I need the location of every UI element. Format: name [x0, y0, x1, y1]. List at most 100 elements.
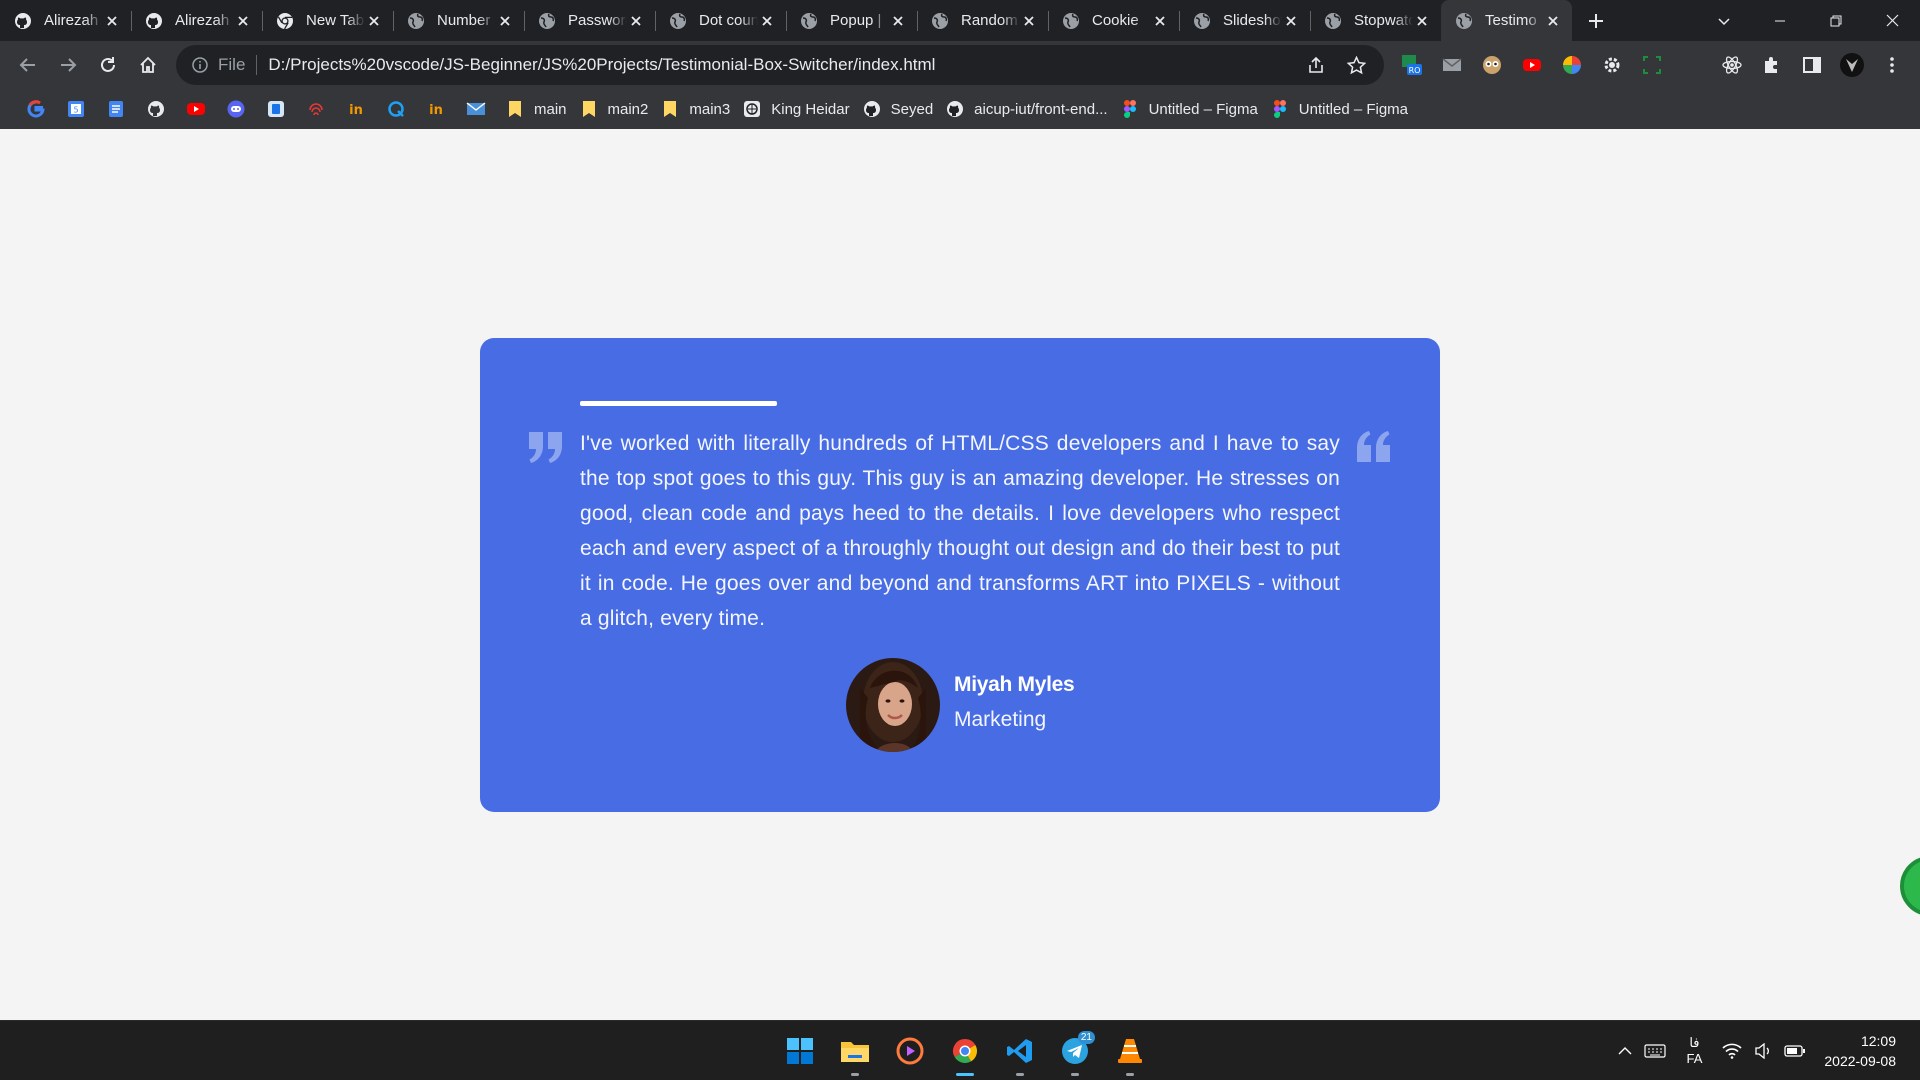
tab[interactable]: Slideshow [1179, 0, 1310, 41]
share-button[interactable] [1298, 45, 1334, 85]
bookmark-item[interactable]: main3 [657, 93, 739, 125]
bookmark-star-button[interactable] [1338, 45, 1374, 85]
home-button[interactable] [128, 45, 168, 85]
tab[interactable]: Dot count [655, 0, 786, 41]
info-icon[interactable] [190, 55, 210, 75]
mail-icon [466, 102, 486, 115]
tab[interactable]: Password [524, 0, 655, 41]
forward-button[interactable] [48, 45, 88, 85]
bookmark-item[interactable]: main2 [576, 93, 658, 125]
bookmark-item[interactable]: King Heidar [739, 93, 858, 125]
taskbar: 21 فا FA 12:09 2022-09-08 [0, 1020, 1920, 1080]
close-tab-icon[interactable] [1151, 12, 1169, 30]
extension-ro[interactable]: RO [1392, 45, 1432, 85]
bookmark-mail[interactable] [456, 93, 496, 125]
tab[interactable]: Number [393, 0, 524, 41]
extension-gear[interactable] [1592, 45, 1632, 85]
language-indicator[interactable]: فا FA [1672, 1021, 1716, 1080]
bookmark-item[interactable]: Untitled – Figma [1267, 93, 1417, 125]
reload-button[interactable] [88, 45, 128, 85]
url-text[interactable]: D:/Projects%20vscode/JS-Beginner/JS%20Pr… [268, 55, 935, 75]
tab[interactable]: Alirezah [131, 0, 262, 41]
extension-color[interactable] [1552, 45, 1592, 85]
bookmark-item[interactable]: Untitled – Figma [1117, 93, 1267, 125]
extension-react[interactable] [1712, 45, 1752, 85]
close-window-button[interactable] [1864, 0, 1920, 41]
close-tab-icon[interactable] [758, 12, 776, 30]
side-panel-button[interactable] [1792, 45, 1832, 85]
bookmark-calendar[interactable]: 5 [56, 93, 96, 125]
close-tab-icon[interactable] [1020, 12, 1038, 30]
close-tab-icon[interactable] [1413, 12, 1431, 30]
clock[interactable]: 12:09 2022-09-08 [1812, 1021, 1920, 1080]
bookmark-youtube[interactable] [176, 93, 216, 125]
extension-screenshot[interactable] [1632, 45, 1672, 85]
close-tab-icon[interactable] [365, 12, 383, 30]
star-icon [1346, 55, 1366, 74]
back-button[interactable] [8, 45, 48, 85]
bookmark-app[interactable] [256, 93, 296, 125]
home-icon [140, 56, 156, 73]
taskbar-file-explorer[interactable] [827, 1021, 882, 1080]
close-tab-icon[interactable] [103, 12, 121, 30]
close-tab-icon[interactable] [234, 12, 252, 30]
tab[interactable]: Stopwatch [1310, 0, 1441, 41]
wifi-button[interactable] [1716, 1021, 1748, 1080]
tab[interactable]: Popup | [786, 0, 917, 41]
tab[interactable]: Cookie [1048, 0, 1179, 41]
bookmark-github[interactable] [136, 93, 176, 125]
bookmark-item[interactable]: main [502, 93, 576, 125]
restore-button[interactable] [1808, 0, 1864, 41]
system-tray: فا FA 12:09 2022-09-08 [1612, 1021, 1920, 1080]
extension-mail[interactable] [1432, 45, 1472, 85]
bookmark-item[interactable]: aicup-iut/front-end... [942, 93, 1116, 125]
discord-icon [227, 100, 245, 118]
bookmark-docs[interactable] [96, 93, 136, 125]
bookmark-discord[interactable] [216, 93, 256, 125]
tab[interactable]: New Tab [262, 0, 393, 41]
volume-button[interactable] [1748, 1021, 1778, 1080]
bookmark-item[interactable]: Seyed [859, 93, 943, 125]
extension-youtube[interactable] [1512, 45, 1552, 85]
extensions-button[interactable] [1752, 45, 1792, 85]
taskbar-vscode[interactable] [992, 1021, 1047, 1080]
taskbar-media-player[interactable] [882, 1021, 937, 1080]
close-tab-icon[interactable] [1544, 12, 1562, 30]
globe-icon [1062, 12, 1080, 30]
close-tab-icon[interactable] [889, 12, 907, 30]
extension-owl[interactable] [1472, 45, 1512, 85]
show-hidden-icons-button[interactable] [1612, 1021, 1638, 1080]
start-button[interactable] [772, 1021, 827, 1080]
tab-active[interactable]: Testimo [1441, 0, 1572, 41]
close-tab-icon[interactable] [496, 12, 514, 30]
minimize-button[interactable] [1752, 0, 1808, 41]
bookmark-fingerprint[interactable] [296, 93, 336, 125]
battery-button[interactable] [1778, 1021, 1812, 1080]
menu-button[interactable] [1872, 45, 1912, 85]
address-bar[interactable]: File D:/Projects%20vscode/JS-Beginner/JS… [176, 45, 1384, 85]
youtube-icon [1523, 59, 1541, 71]
taskbar-vlc[interactable] [1102, 1021, 1157, 1080]
volume-icon [1755, 1043, 1770, 1059]
bookmark-q[interactable] [376, 93, 416, 125]
floating-action-button[interactable] [1900, 856, 1920, 916]
globe-icon [800, 12, 818, 30]
close-tab-icon[interactable] [627, 12, 645, 30]
side-panel-icon [1803, 57, 1821, 73]
bookmark-google[interactable] [16, 93, 56, 125]
touch-keyboard-button[interactable] [1638, 1021, 1672, 1080]
new-tab-button[interactable] [1572, 0, 1620, 41]
author: Miyah Myles Marketing [846, 658, 1075, 752]
tab-search-button[interactable] [1696, 0, 1752, 41]
tab[interactable]: Random [917, 0, 1048, 41]
profile-button[interactable] [1832, 45, 1872, 85]
taskbar-chrome[interactable] [937, 1021, 992, 1080]
chrome-icon [952, 1039, 977, 1064]
close-tab-icon[interactable] [1282, 12, 1300, 30]
tab[interactable]: Alirezah [0, 0, 131, 41]
running-indicator [1070, 1073, 1079, 1076]
taskbar-telegram[interactable]: 21 [1047, 1021, 1102, 1080]
bookmark-in-1[interactable]: in [336, 93, 376, 125]
bookmark-in-2[interactable]: in [416, 93, 456, 125]
tab-title: Random [961, 12, 1018, 29]
